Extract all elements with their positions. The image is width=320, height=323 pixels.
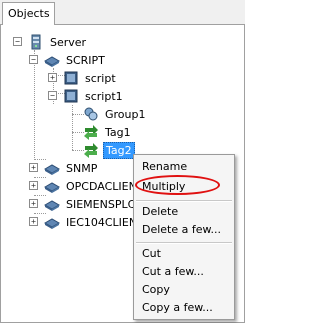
tree-label-snmp: SNMP: [66, 161, 98, 175]
tree-item-script[interactable]: script: [63, 69, 118, 87]
server-collapse-toggle[interactable]: −: [13, 37, 22, 46]
tab-strip: Objects: [0, 0, 245, 26]
highlight-circle: [135, 175, 220, 195]
device-icon: [44, 52, 60, 68]
menu-item-cut[interactable]: Cut: [142, 247, 161, 260]
tree-label-tag1: Tag1: [105, 125, 131, 139]
objects-window: Objects − Server − SCRIPT + script − scr…: [0, 0, 245, 323]
tree-item-group1[interactable]: Group1: [83, 105, 148, 123]
device-icon: [44, 214, 60, 230]
tree-label-group1: Group1: [105, 107, 146, 121]
tree-label-script: script: [85, 71, 116, 85]
tree-item-iec104client[interactable]: IEC104CLIENT: [44, 213, 146, 231]
tree-label-siemensplc: SIEMENSPLC: [66, 197, 136, 211]
tab-objects[interactable]: Objects: [2, 2, 55, 26]
tree-item-script1[interactable]: script1: [63, 87, 125, 105]
device-icon: [44, 160, 60, 176]
script-icon: [63, 88, 79, 104]
menu-item-cut-a-few[interactable]: Cut a few...: [142, 265, 204, 278]
menu-separator: [136, 200, 232, 202]
menu-item-delete-a-few[interactable]: Delete a few...: [142, 223, 221, 236]
menu-separator: [136, 242, 232, 244]
group-icon: [83, 106, 99, 122]
menu-item-delete[interactable]: Delete: [142, 205, 178, 218]
snmp-expand-toggle[interactable]: +: [29, 163, 38, 172]
tree-item-snmp[interactable]: SNMP: [44, 159, 99, 177]
script-expand-toggle[interactable]: +: [48, 73, 57, 82]
tag-icon: [83, 124, 99, 140]
tree-label-script1: script1: [85, 89, 123, 103]
menu-item-rename[interactable]: Rename: [142, 160, 187, 173]
tree-label-opcdaclient: OPCDACLIEN: [66, 179, 137, 193]
server-icon: [28, 34, 44, 50]
menu-item-copy[interactable]: Copy: [142, 283, 170, 296]
tree-label-server: Server: [50, 35, 87, 49]
tree-item-script-group[interactable]: SCRIPT: [44, 51, 107, 69]
menu-item-copy-a-few[interactable]: Copy a few...: [142, 301, 213, 314]
tag-icon: [83, 142, 99, 158]
device-icon: [44, 178, 60, 194]
script-icon: [63, 70, 79, 86]
siemensplc-expand-toggle[interactable]: +: [29, 199, 38, 208]
script1-collapse-toggle[interactable]: −: [48, 91, 57, 100]
opcdaclient-expand-toggle[interactable]: +: [29, 181, 38, 190]
tree-item-tag2[interactable]: Tag2: [83, 141, 135, 159]
tree-label-tag2: Tag2: [103, 141, 135, 159]
iec104client-expand-toggle[interactable]: +: [29, 217, 38, 226]
tree-item-siemensplc[interactable]: SIEMENSPLC: [44, 195, 137, 213]
tab-objects-label: Objects: [8, 7, 50, 20]
tree-item-opcdaclient[interactable]: OPCDACLIEN: [44, 177, 139, 195]
device-icon: [44, 196, 60, 212]
script-group-collapse-toggle[interactable]: −: [29, 55, 38, 64]
tree-label-script-group: SCRIPT: [66, 53, 105, 67]
tree-item-tag1[interactable]: Tag1: [83, 123, 133, 141]
tree-item-server[interactable]: Server: [28, 33, 88, 51]
